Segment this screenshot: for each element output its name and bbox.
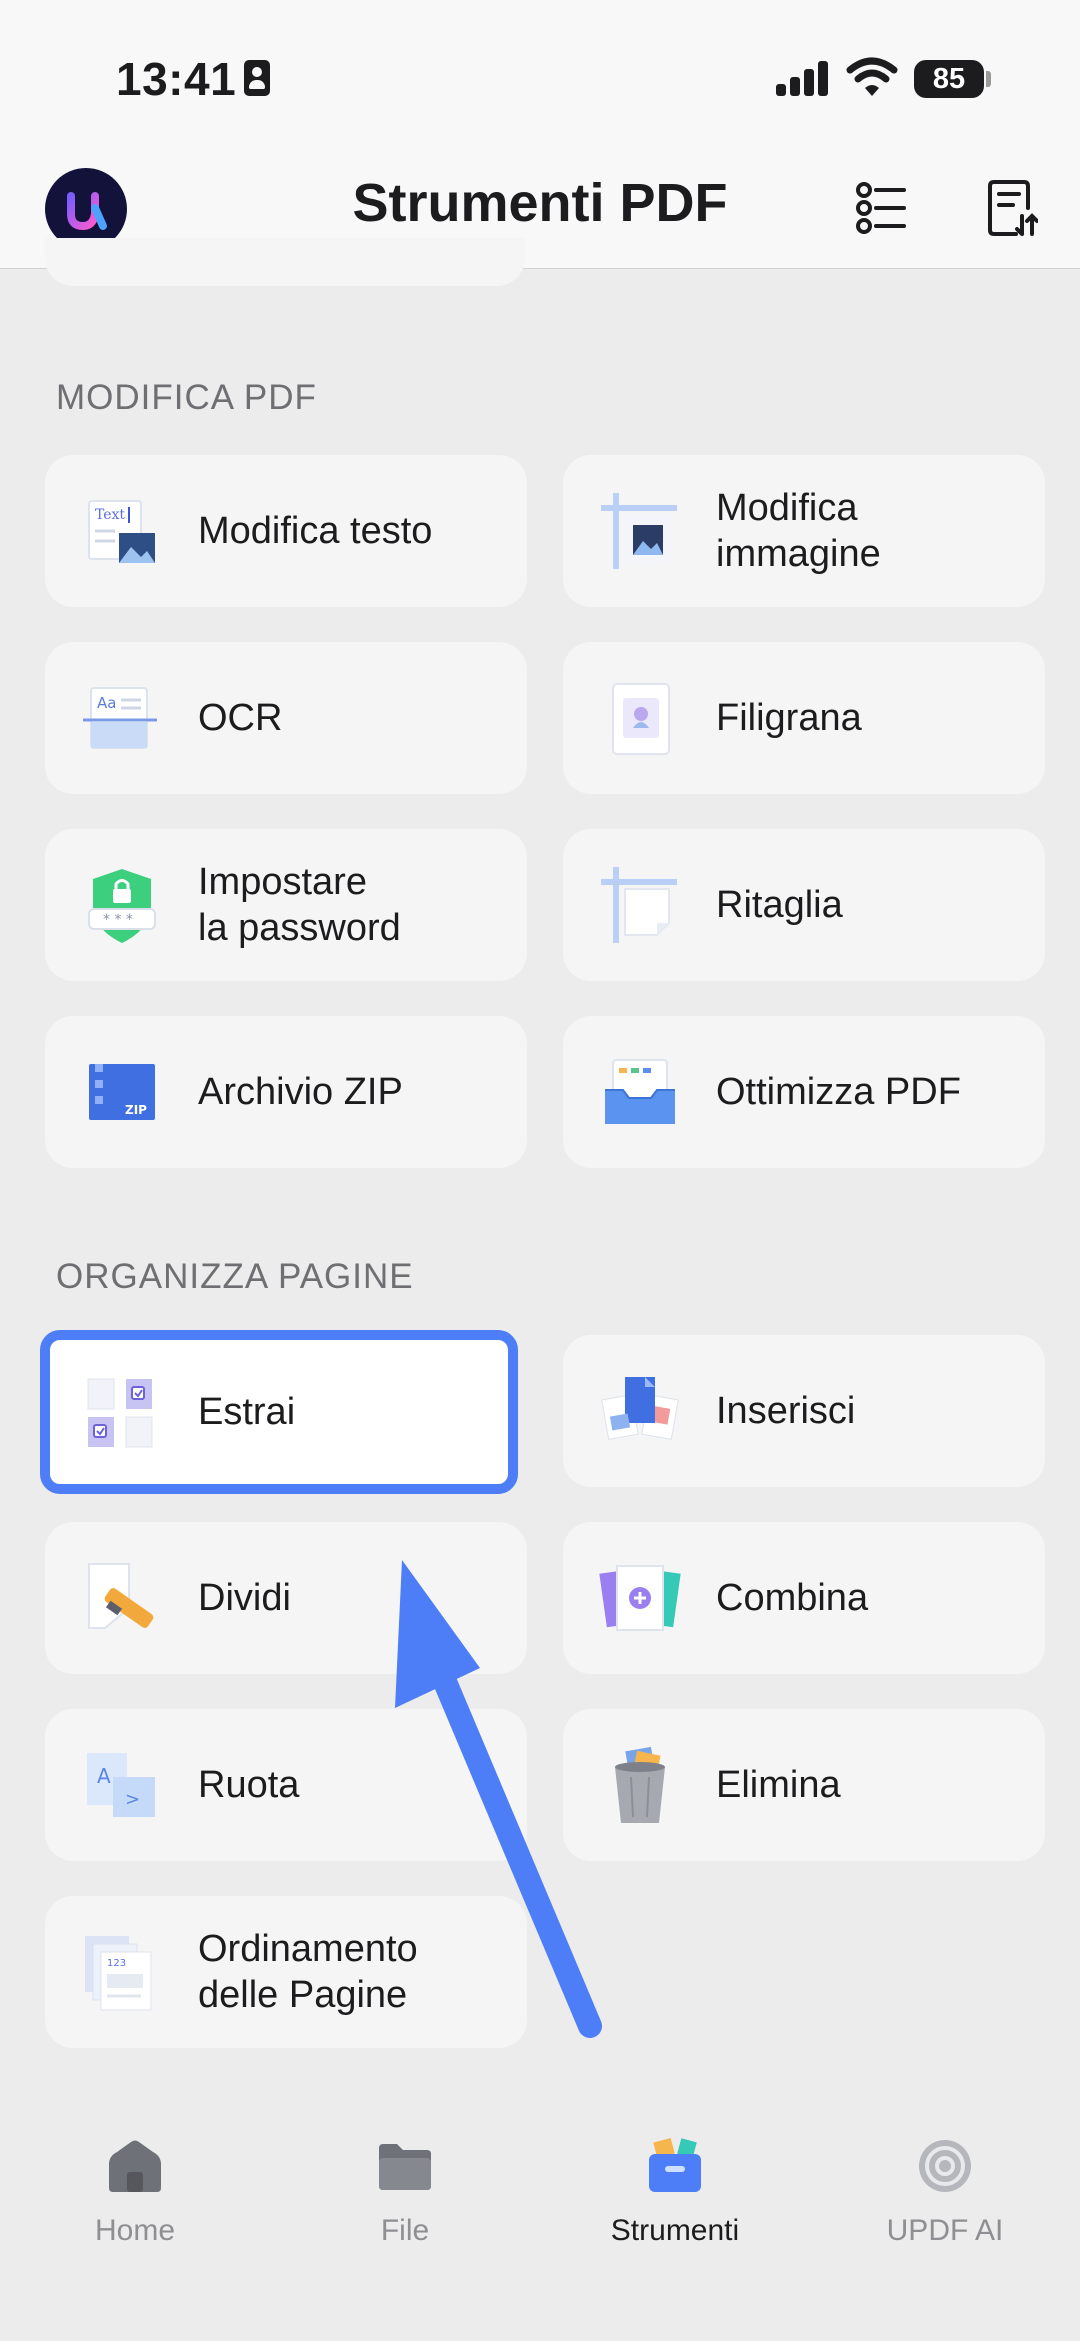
bottom-nav: Home File Strumenti UPDF AI xyxy=(0,2090,1080,2341)
section-title-organizza-pagine: ORGANIZZA PAGINE xyxy=(56,1257,414,1296)
tool-label: Elimina xyxy=(716,1764,841,1806)
edit-image-icon xyxy=(601,493,677,569)
nav-label: Strumenti xyxy=(610,2214,740,2247)
status-time: 13:41 xyxy=(116,53,237,105)
folder-icon xyxy=(379,2144,431,2190)
nav-updf-ai[interactable]: UPDF AI xyxy=(810,2090,1080,2270)
svg-text:* * *: * * * xyxy=(103,912,133,928)
tool-label: OCR xyxy=(198,697,283,739)
edit-text-icon: Text xyxy=(88,500,155,563)
document-sort-icon[interactable] xyxy=(986,178,1038,238)
tool-label: Filigrana xyxy=(716,697,862,739)
svg-text:A: A xyxy=(97,1764,111,1788)
split-cutter-icon xyxy=(88,1563,154,1629)
tool-modifica-immagine[interactable]: Modifica immagine xyxy=(563,455,1045,607)
home-icon xyxy=(109,2140,161,2192)
password-shield-icon: * * * xyxy=(88,869,156,943)
nav-label: UPDF AI xyxy=(886,2214,1004,2247)
tool-ottimizza-pdf[interactable]: Ottimizza PDF xyxy=(563,1016,1045,1168)
svg-text:Aa: Aa xyxy=(97,694,116,712)
tool-estrai[interactable]: Estrai xyxy=(40,1330,518,1494)
scrolled-card-edge xyxy=(45,238,525,286)
tool-label: Inserisci xyxy=(716,1390,856,1432)
svg-text:Text: Text xyxy=(95,507,125,523)
tool-label: Combina xyxy=(716,1577,869,1619)
watermark-icon xyxy=(612,683,670,755)
ai-icon xyxy=(919,2140,971,2192)
tool-combina[interactable]: Combina xyxy=(563,1522,1045,1674)
page-order-icon: 123 xyxy=(85,1936,152,2011)
wifi-icon xyxy=(846,57,898,96)
tool-archivio-zip[interactable]: ZIP Archivio ZIP xyxy=(45,1016,527,1168)
signal-icon xyxy=(776,60,830,96)
tool-label: Modifica testo xyxy=(198,510,433,552)
top-bar: 13:41 85 Strumenti PDF xyxy=(0,0,1080,269)
svg-text:>: > xyxy=(125,1789,140,1810)
tool-label: Impostare la password xyxy=(198,861,401,949)
annotation-arrow xyxy=(395,1560,602,2038)
tool-impostare-password[interactable]: * * * Impostare la password xyxy=(45,829,527,981)
insert-pages-icon xyxy=(601,1377,679,1440)
battery-indicator: 85 xyxy=(914,60,984,98)
tool-label: Modifica immagine xyxy=(716,487,881,575)
tool-label: Estrai xyxy=(198,1391,296,1433)
toolbox-icon xyxy=(649,2137,701,2192)
tool-label: Ottimizza PDF xyxy=(716,1071,961,1113)
nav-strumenti[interactable]: Strumenti xyxy=(540,2090,810,2270)
section-title-modifica-pdf: MODIFICA PDF xyxy=(56,378,317,417)
tool-label: Dividi xyxy=(198,1577,291,1619)
list-view-icon[interactable] xyxy=(856,182,908,234)
rotate-icon: A > xyxy=(87,1753,155,1817)
tool-label: Ritaglia xyxy=(716,884,843,926)
battery-nub xyxy=(986,71,991,87)
svg-text:ZIP: ZIP xyxy=(125,1103,147,1117)
optimize-tray-icon xyxy=(605,1059,675,1124)
nav-home[interactable]: Home xyxy=(0,2090,270,2270)
tool-modifica-testo[interactable]: Text Modifica testo xyxy=(45,455,527,607)
svg-text:123: 123 xyxy=(107,1958,126,1969)
tool-label: Archivio ZIP xyxy=(198,1071,403,1113)
tool-ocr[interactable]: Aa OCR xyxy=(45,642,527,794)
id-card-icon xyxy=(244,60,270,96)
nav-file[interactable]: File xyxy=(270,2090,540,2270)
crop-icon xyxy=(601,867,677,943)
page-title: Strumenti PDF xyxy=(352,173,728,233)
zip-archive-icon: ZIP xyxy=(89,1064,155,1120)
tool-filigrana[interactable]: Filigrana xyxy=(563,642,1045,794)
ocr-icon: Aa xyxy=(83,687,157,749)
tool-inserisci[interactable]: Inserisci xyxy=(563,1335,1045,1487)
nav-label: Home xyxy=(94,2214,176,2247)
tool-label: Ruota xyxy=(198,1764,300,1806)
extract-pages-icon xyxy=(87,1378,153,1448)
nav-label: File xyxy=(380,2214,430,2247)
tool-ritaglia[interactable]: Ritaglia xyxy=(563,829,1045,981)
tool-elimina[interactable]: Elimina xyxy=(563,1709,1045,1861)
